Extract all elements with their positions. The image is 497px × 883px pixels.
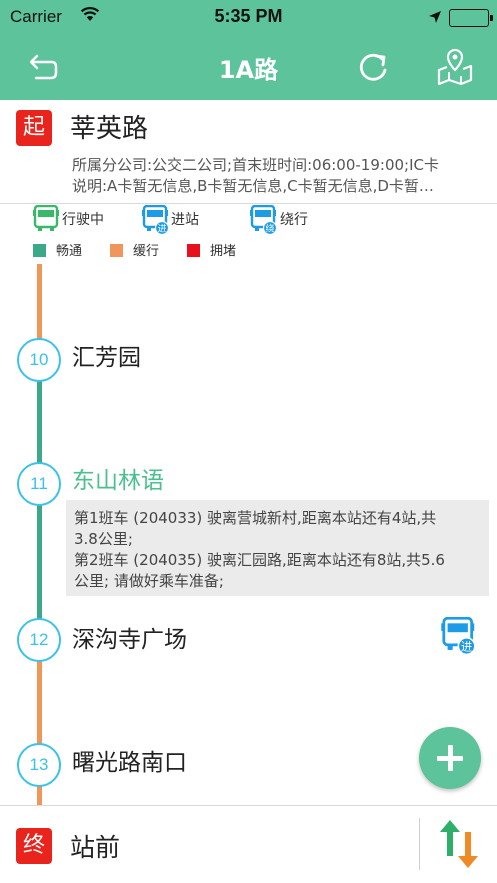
arrival-info-box: 第1班车 (204033) 驶离营城新村,距离本站还有4站,共 3.8公里; 第… xyxy=(66,500,489,596)
legend-detour-label: 绕行 xyxy=(280,212,308,228)
status-bar: Carrier 5:35 PM xyxy=(0,0,497,36)
start-station-header: 起 莘英路 所属分公司:公交二公司;首末班时间:06:00-19:00;IC卡 … xyxy=(0,100,497,204)
end-badge: 终 xyxy=(16,828,52,864)
traffic-congested-swatch xyxy=(187,244,200,257)
arrival-info-line: 3.8公里; xyxy=(74,530,133,548)
end-station-name: 站前 xyxy=(70,833,121,862)
route-info-line-1: 所属分公司:公交二公司;首末班时间:06:00-19:00;IC卡 xyxy=(72,156,439,174)
stop-name[interactable]: 曙光路南口 xyxy=(72,743,187,777)
location-arrow-icon xyxy=(428,9,442,28)
bus-detour-icon: 绕 xyxy=(250,204,278,239)
route-segment-smooth xyxy=(37,502,42,620)
stop-name[interactable]: 深沟寺广场 xyxy=(72,620,187,654)
top-bar: Carrier 5:35 PM 1A路 xyxy=(0,0,497,100)
page-title: 1A路 xyxy=(218,56,279,84)
svg-text:进: 进 xyxy=(461,640,472,654)
svg-text:绕: 绕 xyxy=(265,223,274,235)
start-badge: 起 xyxy=(16,110,52,146)
stop-name-selected[interactable]: 东山林语 xyxy=(72,461,164,495)
traffic-congested-label: 拥堵 xyxy=(210,244,237,259)
clock: 5:35 PM xyxy=(214,6,283,26)
bus-moving-icon xyxy=(33,204,59,237)
route-segment-slow xyxy=(37,264,42,344)
legend-moving-label: 行驶中 xyxy=(62,212,104,228)
map-button[interactable] xyxy=(435,46,475,88)
route-segment-smooth xyxy=(37,378,42,468)
bus-state-legend: 行驶中 进 进站 绕 绕行 xyxy=(0,204,497,239)
svg-text:进: 进 xyxy=(157,224,166,235)
divider xyxy=(419,818,420,870)
bus-arriving-icon[interactable]: 进 xyxy=(441,616,477,659)
swap-arrows-icon xyxy=(440,820,478,868)
refresh-button[interactable] xyxy=(354,48,394,88)
traffic-smooth-swatch xyxy=(33,244,46,257)
traffic-legend: 畅通 缓行 拥堵 xyxy=(0,240,497,262)
stop-number-circle: 10 xyxy=(17,338,61,382)
stop-name[interactable]: 汇芳园 xyxy=(72,338,141,372)
back-button[interactable] xyxy=(22,50,62,86)
back-arrow-icon xyxy=(29,54,58,80)
traffic-smooth-label: 畅通 xyxy=(56,244,83,259)
stop-number-circle: 13 xyxy=(17,743,61,787)
battery-icon xyxy=(449,9,493,27)
arrival-info-line: 第2班车 (204035) 驶离汇园路,距离本站还有8站,共5.6 xyxy=(74,551,445,569)
start-station-name: 莘英路 xyxy=(70,114,149,144)
arrival-info-line: 公里; 请做好乘车准备; xyxy=(74,572,224,590)
traffic-slow-swatch xyxy=(110,244,123,257)
navigation-bar: 1A路 xyxy=(0,38,497,98)
end-station-footer: 终 站前 xyxy=(0,805,497,883)
stop-number-circle: 11 xyxy=(17,462,61,506)
stop-number-circle: 12 xyxy=(17,618,61,662)
route-segment-slow xyxy=(37,654,42,744)
legend-arriving-label: 进站 xyxy=(171,212,199,228)
map-pin-icon xyxy=(437,48,473,86)
swap-direction-button[interactable] xyxy=(437,818,481,870)
add-button[interactable] xyxy=(419,727,481,789)
bus-arriving-icon: 进 xyxy=(142,204,170,239)
arrival-info-line: 第1班车 (204033) 驶离营城新村,距离本站还有4站,共 xyxy=(74,509,437,527)
refresh-icon xyxy=(359,53,387,81)
traffic-slow-label: 缓行 xyxy=(133,244,160,259)
route-info-line-2: 说明:A卡暂无信息,B卡暂无信息,C卡暂无信息,D卡暂… xyxy=(72,177,434,195)
